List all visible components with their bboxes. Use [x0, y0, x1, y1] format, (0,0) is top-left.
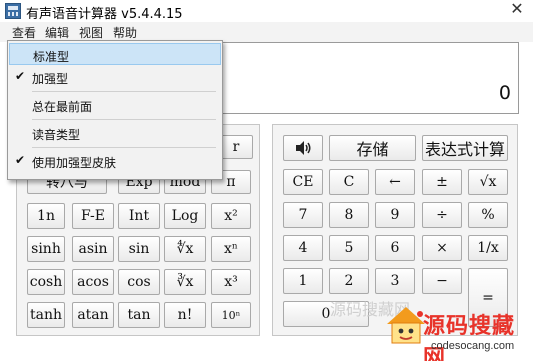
title-bar: 有声语音计算器 v5.4.4.15 ✕ — [0, 0, 533, 22]
int-button[interactable]: Int — [118, 203, 160, 229]
watermark-logo: 源码搜藏网 codesocang.com — [383, 300, 533, 361]
menu-view[interactable]: 查看 — [12, 24, 36, 41]
x-cubed-button[interactable]: x³ — [211, 269, 251, 295]
fourth-root-button[interactable]: ∜x — [164, 236, 206, 262]
digit-4-button[interactable]: 4 — [283, 235, 323, 261]
speaker-icon — [296, 141, 311, 155]
clear-button[interactable]: C — [329, 169, 369, 195]
clear-entry-button[interactable]: CE — [283, 169, 323, 195]
menu-bar: 查看 编辑 视图 帮助 — [0, 22, 533, 42]
menu-display[interactable]: 视图 — [79, 24, 103, 41]
menu-separator — [32, 147, 216, 148]
divide-button[interactable]: ÷ — [422, 202, 462, 228]
reciprocal-button[interactable]: 1/x — [468, 235, 508, 261]
menu-edit[interactable]: 编辑 — [45, 24, 69, 41]
sqrt-button[interactable]: √x — [468, 169, 508, 195]
digit-1-button[interactable]: 1 — [283, 268, 323, 294]
calculator-app-icon — [5, 3, 21, 19]
digit-6-button[interactable]: 6 — [375, 235, 415, 261]
subtract-button[interactable]: − — [422, 268, 462, 294]
expression-calc-button[interactable]: 表达式计算 — [422, 135, 508, 161]
tanh-button[interactable]: tanh — [27, 302, 65, 328]
digit-5-button[interactable]: 5 — [329, 235, 369, 261]
window-title: 有声语音计算器 v5.4.4.15 — [26, 7, 183, 22]
cube-root-button[interactable]: ∛x — [164, 269, 206, 295]
menu-option-voice-type[interactable]: 读音类型 — [9, 122, 221, 144]
hidden-top-label: r — [232, 139, 240, 155]
watermark-title: 源码搜藏网 — [423, 314, 516, 361]
sin-button[interactable]: sin — [118, 236, 160, 262]
menu-option-enhanced[interactable]: ✔ 加强型 — [9, 66, 221, 88]
digit-9-button[interactable]: 9 — [375, 202, 415, 228]
menu-option-label: 读音类型 — [32, 128, 81, 142]
digit-3-button[interactable]: 3 — [375, 268, 415, 294]
menu-help[interactable]: 帮助 — [113, 24, 137, 41]
close-button[interactable]: ✕ — [507, 1, 527, 19]
menu-option-label: 总在最前面 — [32, 100, 93, 114]
backspace-button[interactable]: ← — [375, 169, 415, 195]
checkmark-icon: ✔ — [15, 69, 26, 83]
watermark-url: codesocang.com — [431, 340, 515, 352]
menu-option-always-on-top[interactable]: 总在最前面 — [9, 94, 221, 116]
menu-option-label: 标准型 — [33, 50, 70, 64]
asin-button[interactable]: asin — [72, 236, 114, 262]
menu-separator — [32, 91, 216, 92]
cosh-button[interactable]: cosh — [27, 269, 65, 295]
store-button[interactable]: 存储 — [329, 135, 416, 161]
sinh-button[interactable]: sinh — [27, 236, 65, 262]
acos-button[interactable]: acos — [72, 269, 114, 295]
cos-button[interactable]: cos — [118, 269, 160, 295]
menu-option-label: 使用加强型皮肤 — [32, 156, 117, 170]
digit-2-button[interactable]: 2 — [329, 268, 369, 294]
menu-option-enhanced-skin[interactable]: ✔ 使用加强型皮肤 — [9, 150, 221, 172]
speaker-button[interactable] — [283, 135, 323, 161]
x-power-n-button[interactable]: xⁿ — [211, 236, 251, 262]
ln-button[interactable]: 1n — [27, 203, 65, 229]
multiply-button[interactable]: × — [422, 235, 462, 261]
menu-separator — [32, 119, 216, 120]
tan-button[interactable]: tan — [118, 302, 160, 328]
x-squared-button[interactable]: x² — [211, 203, 251, 229]
fe-button[interactable]: F-E — [72, 203, 114, 229]
hidden-top-button[interactable]: r — [219, 135, 253, 159]
factorial-button[interactable]: n! — [164, 302, 206, 328]
digit-8-button[interactable]: 8 — [329, 202, 369, 228]
plus-minus-button[interactable]: ± — [422, 169, 462, 195]
display-value: 0 — [498, 82, 511, 104]
digit-7-button[interactable]: 7 — [283, 202, 323, 228]
menu-option-label: 加强型 — [32, 72, 69, 86]
percent-button[interactable]: % — [468, 202, 508, 228]
log-button[interactable]: Log — [164, 203, 206, 229]
checkmark-icon: ✔ — [15, 153, 26, 167]
atan-button[interactable]: atan — [72, 302, 114, 328]
menu-option-standard[interactable]: 标准型 — [9, 43, 221, 65]
view-dropdown-menu: 标准型 ✔ 加强型 总在最前面 读音类型 ✔ 使用加强型皮肤 — [7, 40, 223, 180]
ten-power-n-button[interactable]: 10ⁿ — [211, 302, 251, 328]
